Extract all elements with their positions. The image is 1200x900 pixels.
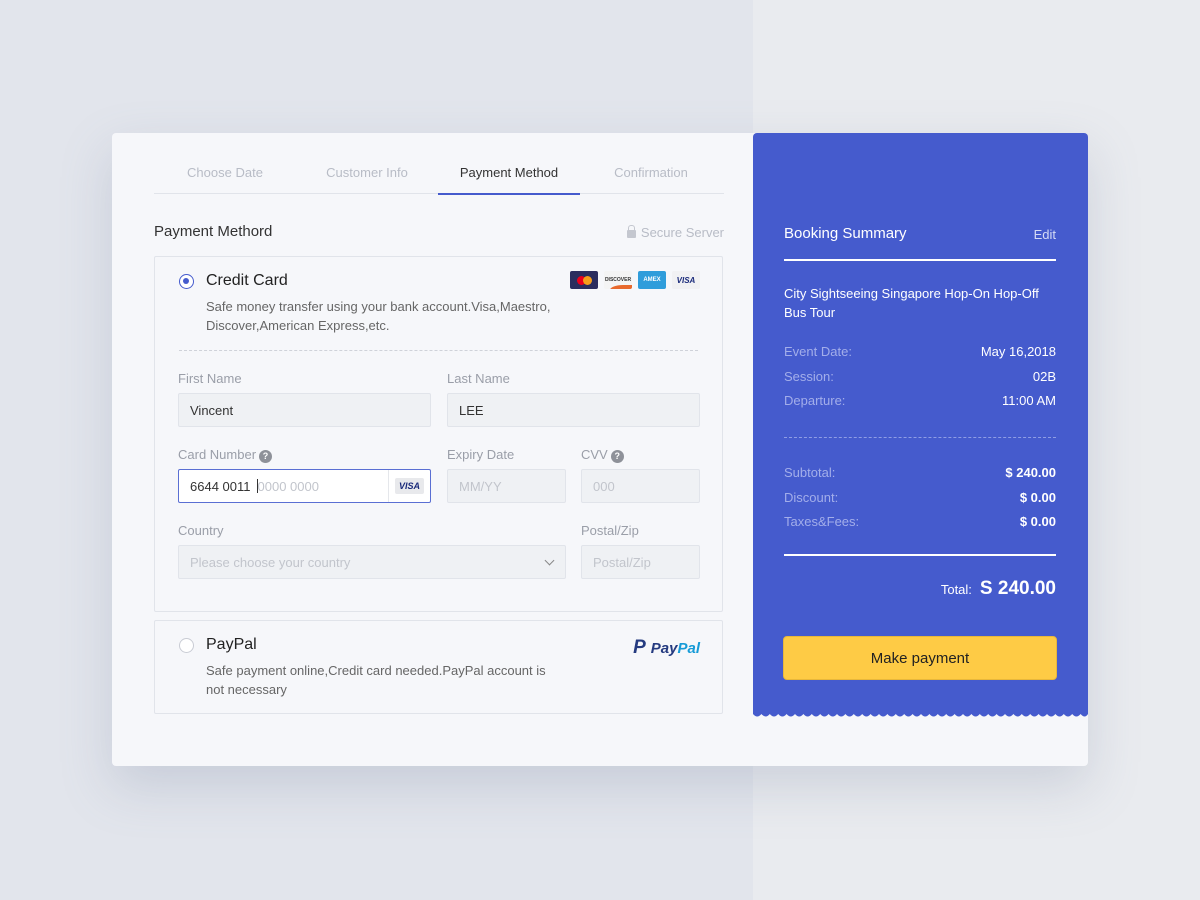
summary-title: Booking Summary — [784, 225, 907, 242]
section-title: Payment Methord — [154, 223, 273, 240]
divider — [784, 259, 1056, 261]
detail-value: 11:00 AM — [1002, 393, 1056, 408]
paypal-radio[interactable] — [179, 638, 194, 653]
lock-icon — [626, 225, 636, 238]
divider — [784, 554, 1056, 556]
detail-value: 02B — [1032, 369, 1056, 384]
paypal-option[interactable]: PayPal Safe payment online,Credit card n… — [154, 620, 723, 714]
visa-icon: VISA — [672, 271, 700, 289]
paypal-icon: P — [633, 637, 646, 658]
card-number-placeholder: 0000 0000 — [257, 478, 319, 494]
credit-card-title: Credit Card — [206, 272, 288, 289]
tab-choose-date[interactable]: Choose Date — [154, 160, 296, 193]
make-payment-button[interactable]: Make payment — [783, 636, 1057, 680]
detail-value: May 16,2018 — [980, 344, 1056, 359]
chevron-down-icon — [544, 555, 555, 566]
cost-value: $ 240.00 — [1005, 465, 1056, 480]
detail-key: Event Date: — [784, 344, 852, 359]
cost-row: Discount: $ 0.00 — [784, 490, 1056, 505]
ticket-edge — [753, 710, 1088, 717]
last-name-label: Last Name — [447, 371, 510, 386]
paypal-logo-pal: Pal — [677, 639, 700, 657]
cost-key: Subtotal: — [784, 465, 836, 480]
secure-text: Secure Server — [640, 225, 724, 240]
cost-row: Taxes&Fees: $ 0.00 — [784, 514, 1056, 529]
credit-card-description: Safe money transfer using your bank acco… — [206, 299, 551, 333]
cvv-input[interactable]: 000 — [581, 469, 700, 503]
edit-link[interactable]: Edit — [1034, 227, 1056, 242]
card-number-label-text: Card Number — [178, 447, 257, 462]
paypal-logo: P PayPal — [633, 637, 700, 659]
postal-label: Postal/Zip — [581, 523, 639, 538]
card-brands: DISCOVER AMEX VISA — [570, 271, 700, 289]
country-placeholder: Please choose your country — [190, 554, 351, 570]
cvv-label: CVV? — [581, 447, 624, 463]
paypal-description: Safe payment online,Credit card needed.P… — [206, 663, 546, 697]
card-number-value: 6644 0011 — [190, 478, 251, 494]
tab-customer-info[interactable]: Customer Info — [296, 160, 438, 193]
dashed-divider — [784, 437, 1056, 438]
divider — [179, 350, 698, 351]
booking-summary: Booking Summary Edit City Sightseeing Si… — [753, 133, 1088, 713]
last-name-input[interactable]: LEE — [447, 393, 700, 427]
first-name-input[interactable]: Vincent — [178, 393, 431, 427]
paypal-logo-pay: Pay — [650, 639, 678, 657]
detail-key: Session: — [784, 369, 834, 384]
card-number-input[interactable]: 6644 0011 0000 0000 VISA — [178, 469, 431, 503]
detail-row: Session: 02B — [784, 369, 1056, 384]
expiry-input[interactable]: MM/YY — [447, 469, 566, 503]
secure-server-label: Secure Server — [626, 225, 724, 240]
country-select[interactable]: Please choose your country — [178, 545, 566, 579]
cost-value: $ 0.00 — [1019, 490, 1056, 505]
postal-input[interactable]: Postal/Zip — [581, 545, 700, 579]
credit-card-radio[interactable] — [179, 274, 194, 289]
total: Total: S 240.00 — [941, 578, 1056, 600]
cvv-label-text: CVV — [581, 447, 608, 462]
credit-card-option[interactable]: Credit Card Safe money transfer using yo… — [154, 256, 723, 612]
total-label: Total: — [940, 582, 972, 597]
tab-confirmation[interactable]: Confirmation — [580, 160, 722, 193]
detail-key: Departure: — [784, 393, 846, 408]
expiry-label: Expiry Date — [447, 447, 515, 462]
first-name-label: First Name — [178, 371, 242, 386]
tour-name: City Sightseeing Singapore Hop-On Hop-Of… — [784, 286, 1039, 320]
mastercard-icon — [570, 271, 598, 289]
cost-key: Discount: — [784, 490, 839, 505]
help-icon[interactable]: ? — [259, 450, 273, 463]
tab-payment-method[interactable]: Payment Method — [438, 160, 580, 195]
cost-row: Subtotal: $ 240.00 — [784, 465, 1056, 480]
detail-row: Departure: 11:00 AM — [784, 393, 1056, 408]
card-brand-badge: VISA — [388, 470, 430, 502]
visa-icon: VISA — [394, 478, 424, 494]
detail-row: Event Date: May 16,2018 — [784, 344, 1056, 359]
total-value: S 240.00 — [979, 578, 1056, 599]
paypal-title: PayPal — [206, 636, 257, 653]
amex-icon: AMEX — [638, 271, 666, 289]
step-tabs: Choose Date Customer Info Payment Method… — [154, 160, 724, 195]
discover-icon: DISCOVER — [604, 271, 632, 289]
help-icon[interactable]: ? — [610, 450, 624, 463]
cost-value: $ 0.00 — [1019, 514, 1056, 529]
cost-key: Taxes&Fees: — [784, 514, 860, 529]
country-label: Country — [178, 523, 224, 538]
card-number-label: Card Number? — [178, 447, 273, 463]
